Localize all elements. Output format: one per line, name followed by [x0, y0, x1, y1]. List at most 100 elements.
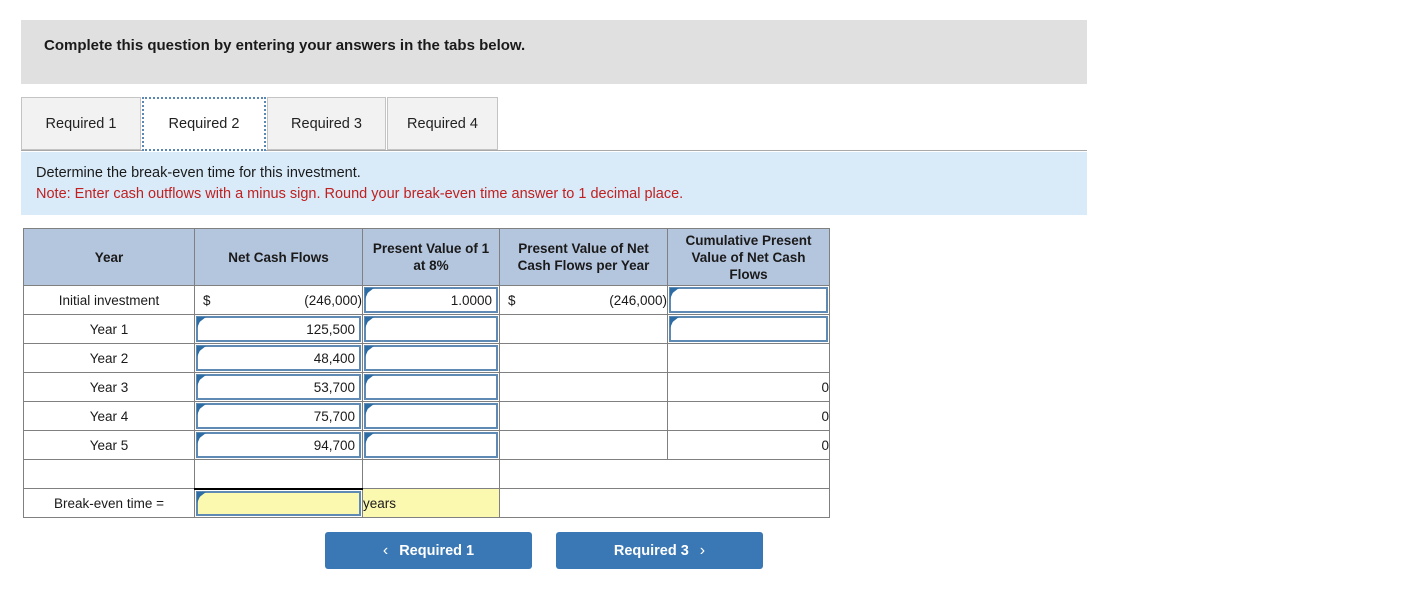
input-breakeven-time[interactable]	[194, 488, 363, 518]
cell-cumulative-year-3: 0	[667, 372, 830, 402]
tab-required-3-label: Required 3	[291, 115, 362, 132]
breakeven-row: Break-even time = years	[23, 488, 830, 518]
table-row: Year 1 125,500	[23, 314, 830, 344]
input-pv-factor-year-1-value[interactable]	[364, 316, 498, 342]
instruction-banner: Complete this question by entering your …	[21, 20, 1087, 84]
input-net-cash-flows-year-5-value[interactable]: 94,700	[196, 432, 361, 458]
input-pv-factor-year-1[interactable]	[362, 314, 500, 344]
row-label-initial-investment: Initial investment	[23, 285, 195, 315]
input-pv-factor-year-4[interactable]	[362, 401, 500, 431]
input-cumulative-year-1[interactable]	[667, 314, 830, 344]
input-cumulative-initial[interactable]	[667, 285, 830, 315]
table-row: Year 2 48,400	[23, 343, 830, 373]
input-pv-factor-year-3[interactable]	[362, 372, 500, 402]
column-header-year: Year	[23, 228, 195, 286]
cell-pv-per-year-year-5	[499, 430, 668, 460]
cell-pv-per-year-year-1	[499, 314, 668, 344]
row-label-year-5: Year 5	[23, 430, 195, 460]
note-prompt: Determine the break-even time for this i…	[36, 165, 361, 181]
cell-cumulative-year-2	[667, 343, 830, 373]
requirement-note: Determine the break-even time for this i…	[21, 152, 1087, 215]
tab-required-3[interactable]: Required 3	[267, 97, 386, 150]
tab-required-4[interactable]: Required 4	[387, 97, 498, 150]
next-requirement-button[interactable]: Required 3 ›	[556, 532, 763, 569]
column-header-net-cash-flows: Net Cash Flows	[194, 228, 363, 286]
input-pv-factor-year-4-value[interactable]	[364, 403, 498, 429]
cell-marker-icon	[670, 288, 679, 299]
tab-required-4-label: Required 4	[407, 115, 478, 132]
table-spacer-row	[23, 459, 830, 490]
input-cumulative-initial-value[interactable]	[669, 287, 828, 313]
table-row: Year 4 75,700 0	[23, 401, 830, 431]
breakeven-worksheet-table: Year Net Cash Flows Present Value of 1 a…	[23, 228, 830, 518]
input-net-cash-flows-year-2[interactable]: 48,400	[194, 343, 363, 373]
input-breakeven-time-value[interactable]	[196, 490, 361, 516]
breakeven-merged-right	[499, 488, 830, 518]
cell-marker-icon	[197, 375, 206, 386]
chevron-left-icon: ‹	[382, 541, 389, 559]
cell-cumulative-year-4: 0	[667, 401, 830, 431]
cell-marker-icon	[197, 346, 206, 357]
cell-pv-per-year-year-2	[499, 343, 668, 373]
row-label-year-4: Year 4	[23, 401, 195, 431]
input-pv-factor-year-5-value[interactable]	[364, 432, 498, 458]
input-net-cash-flows-year-3[interactable]: 53,700	[194, 372, 363, 402]
row-label-year-1: Year 1	[23, 314, 195, 344]
cell-marker-icon	[365, 404, 374, 415]
breakeven-label: Break-even time =	[23, 488, 195, 518]
input-net-cash-flows-year-1-value[interactable]: 125,500	[196, 316, 361, 342]
input-cumulative-year-1-value[interactable]	[669, 316, 828, 342]
cell-cumulative-year-5: 0	[667, 430, 830, 460]
column-header-cumulative-pv: Cumulative Present Value of Net Cash Flo…	[667, 228, 830, 286]
input-net-cash-flows-year-2-value[interactable]: 48,400	[196, 345, 361, 371]
input-pv-factor-year-5[interactable]	[362, 430, 500, 460]
cell-marker-icon	[365, 346, 374, 357]
breakeven-unit: years	[362, 488, 500, 518]
cell-marker-icon	[197, 404, 206, 415]
input-pv-factor-year-2[interactable]	[362, 343, 500, 373]
cell-pv-per-year-initial: (246,000)	[499, 285, 668, 315]
tab-required-2-label: Required 2	[168, 116, 240, 132]
input-pv-factor-initial-value[interactable]: 1.0000	[364, 287, 498, 313]
spacer-cell-year	[23, 459, 195, 489]
table-row: Year 5 94,700 0	[23, 430, 830, 460]
note-warning: Note: Enter cash outflows with a minus s…	[36, 186, 684, 202]
total-underline-net-cash-flows	[194, 459, 363, 490]
input-net-cash-flows-year-4[interactable]: 75,700	[194, 401, 363, 431]
tab-required-2[interactable]: Required 2	[142, 97, 266, 151]
input-net-cash-flows-year-1[interactable]: 125,500	[194, 314, 363, 344]
cell-marker-icon	[197, 317, 206, 328]
cell-marker-icon	[365, 288, 374, 299]
input-pv-factor-year-2-value[interactable]	[364, 345, 498, 371]
column-header-pv-per-year: Present Value of Net Cash Flows per Year	[499, 228, 668, 286]
chevron-right-icon: ›	[699, 541, 706, 559]
question-worksheet-screen: Complete this question by entering your …	[0, 0, 1407, 593]
table-header-row: Year Net Cash Flows Present Value of 1 a…	[23, 228, 830, 286]
cell-marker-icon	[670, 317, 679, 328]
input-pv-factor-year-3-value[interactable]	[364, 374, 498, 400]
column-header-pv-factor: Present Value of 1 at 8%	[362, 228, 500, 286]
cell-pv-per-year-year-3	[499, 372, 668, 402]
cell-marker-icon	[197, 491, 206, 503]
next-requirement-label: Required 3	[613, 542, 689, 559]
input-net-cash-flows-year-3-value[interactable]: 53,700	[196, 374, 361, 400]
cell-marker-icon	[365, 375, 374, 386]
input-net-cash-flows-year-4-value[interactable]: 75,700	[196, 403, 361, 429]
cell-marker-icon	[365, 433, 374, 444]
cell-pv-per-year-year-4	[499, 401, 668, 431]
row-label-year-2: Year 2	[23, 343, 195, 373]
spacer-cell-merged-right	[499, 459, 830, 489]
cell-net-cash-flows-initial: (246,000)	[194, 285, 363, 315]
instruction-banner-text: Complete this question by entering your …	[44, 37, 526, 54]
spacer-cell-pv-factor	[362, 459, 500, 489]
tab-required-1-label: Required 1	[45, 115, 117, 132]
previous-requirement-button[interactable]: ‹ Required 1	[325, 532, 532, 569]
input-pv-factor-initial[interactable]: 1.0000	[362, 285, 500, 315]
table-row: Year 3 53,700 0	[23, 372, 830, 402]
cell-marker-icon	[365, 317, 374, 328]
previous-requirement-label: Required 1	[399, 542, 475, 559]
tab-required-1[interactable]: Required 1	[21, 97, 141, 150]
cell-marker-icon	[197, 433, 206, 444]
table-row: Initial investment (246,000) 1.0000 (246…	[23, 285, 830, 315]
input-net-cash-flows-year-5[interactable]: 94,700	[194, 430, 363, 460]
